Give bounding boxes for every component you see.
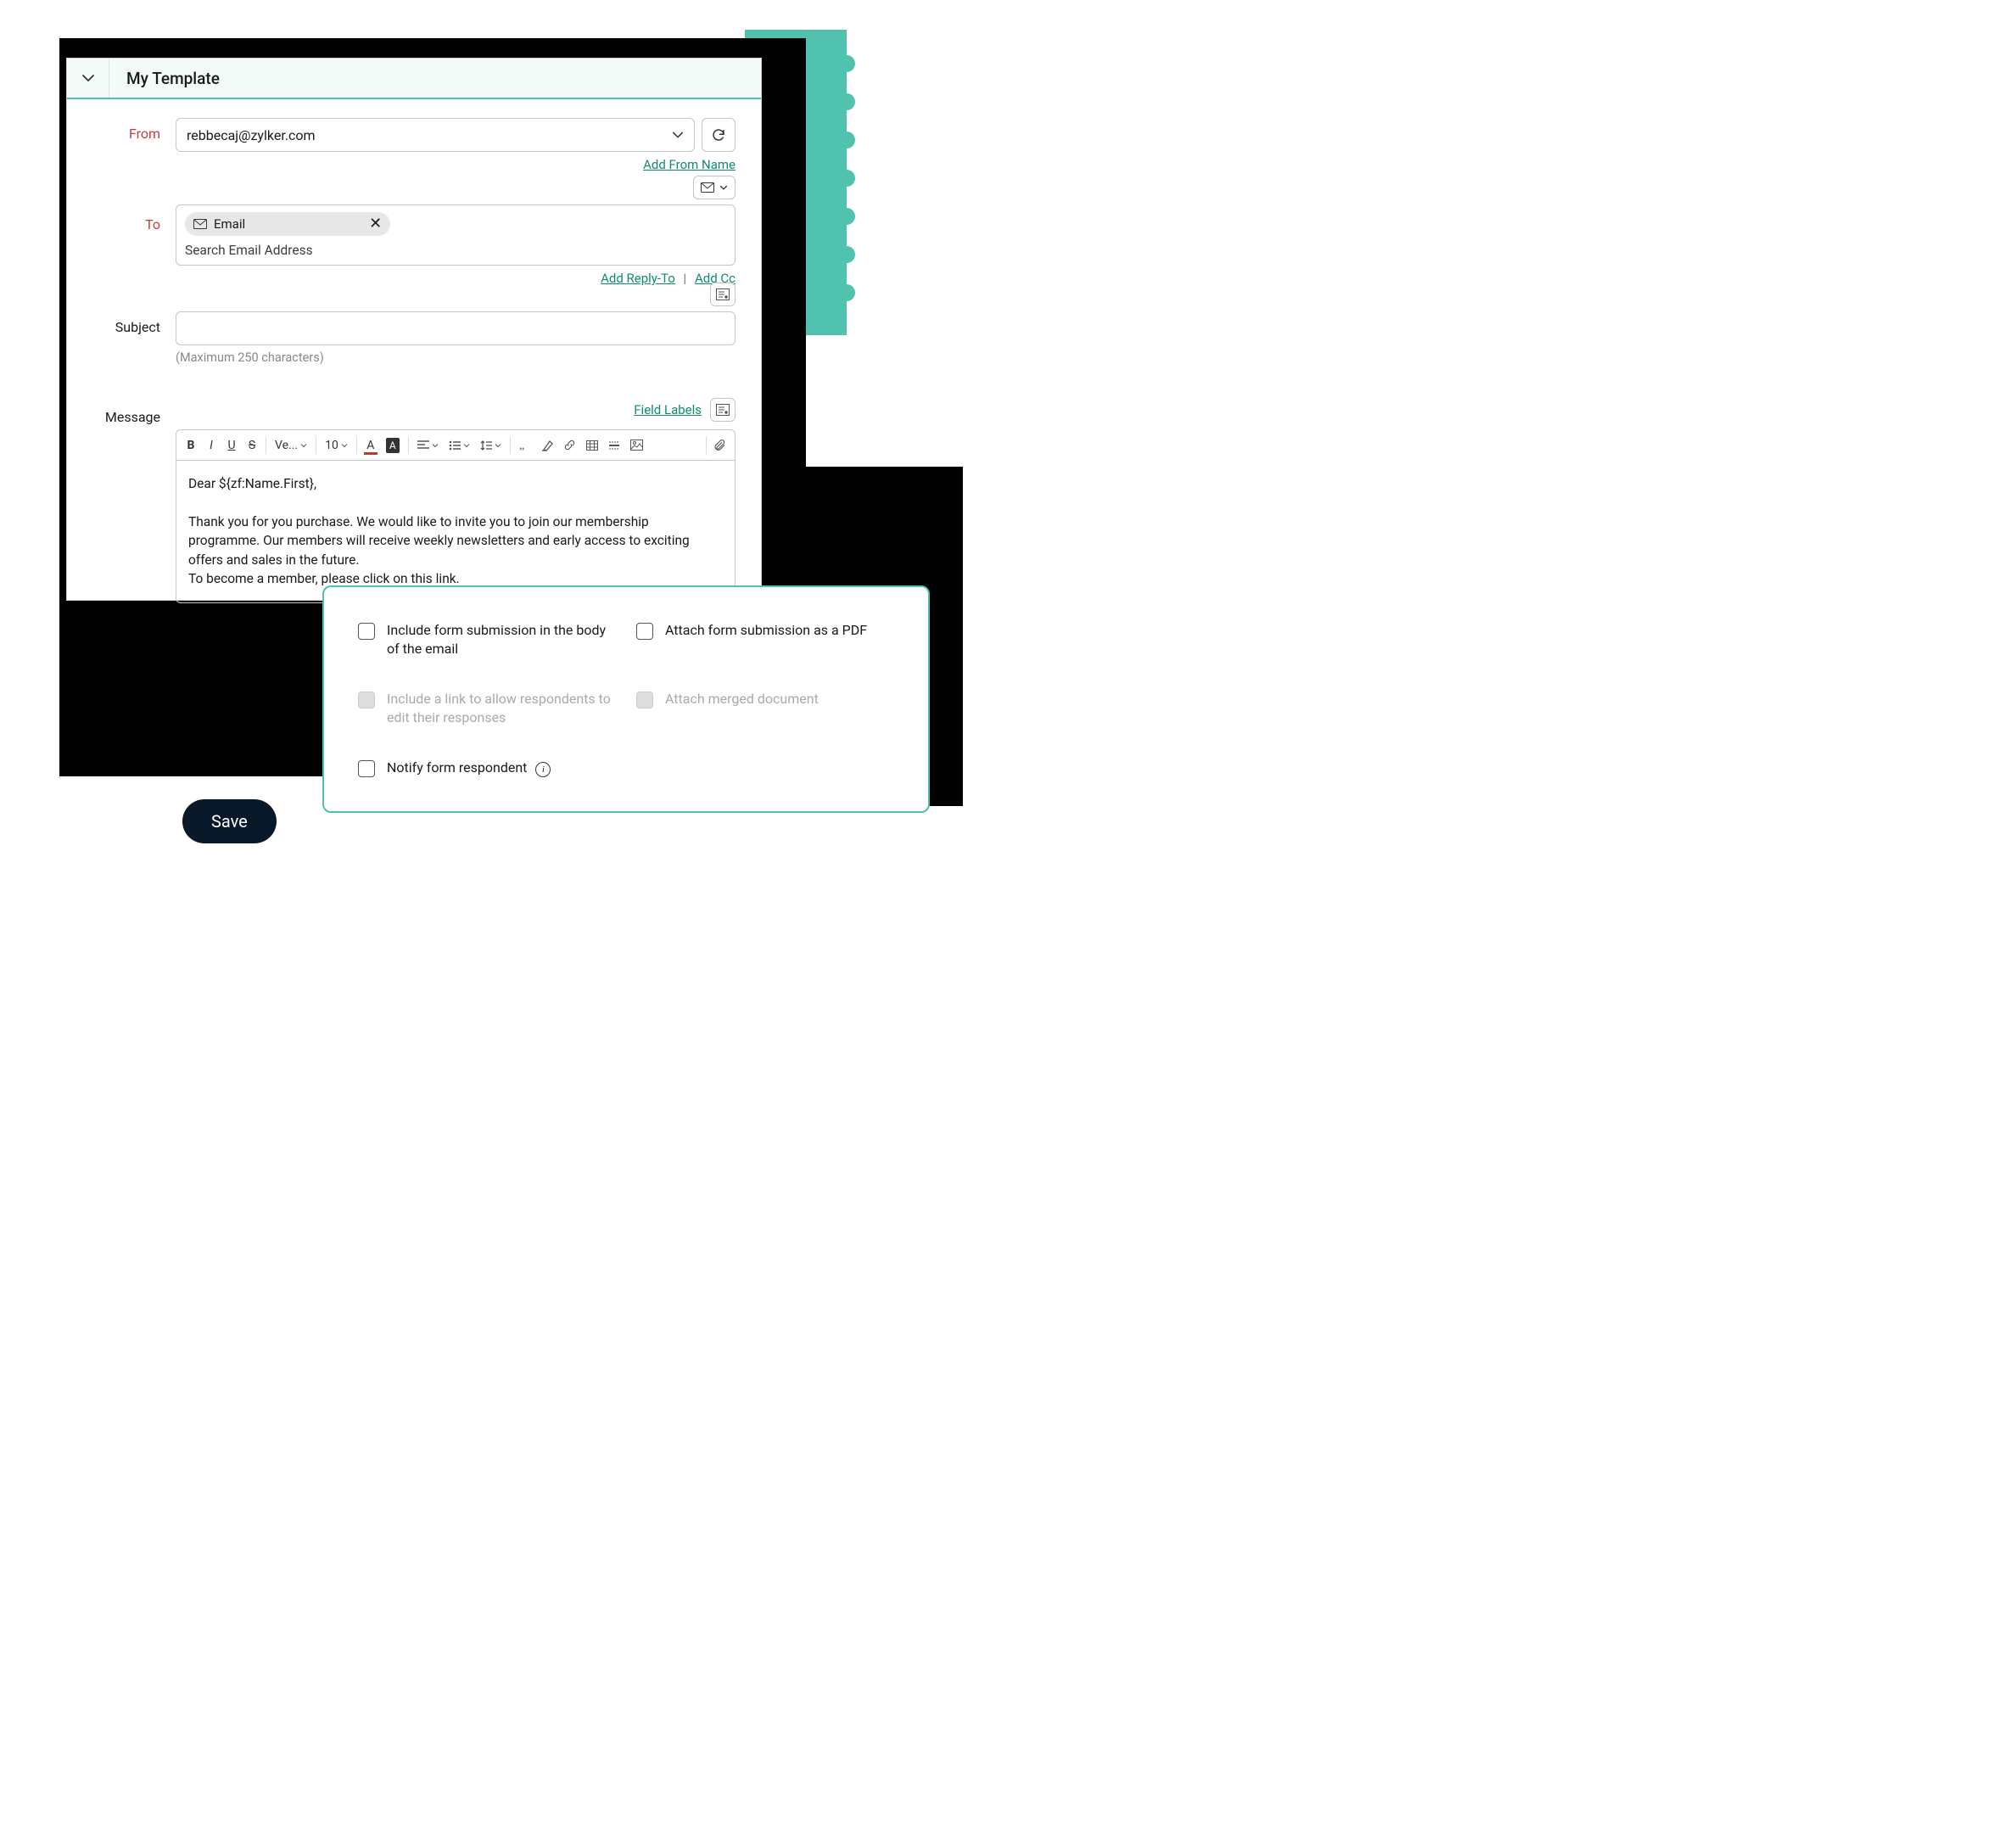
envelope-icon <box>193 219 207 229</box>
font-family-select[interactable]: Ve... <box>271 435 311 456</box>
message-label: Message <box>92 372 176 425</box>
from-label: From <box>92 118 176 142</box>
from-address-value: rebbecaj@zylker.com <box>187 127 316 143</box>
chip-label: Email <box>214 216 245 232</box>
options-panel: Include form submission in the body of t… <box>322 585 930 813</box>
align-icon <box>417 440 429 451</box>
email-template-panel: My Template From rebbecaj@zylker.com <box>66 58 762 601</box>
checkbox-notify-respondent[interactable] <box>358 760 375 777</box>
editor-content[interactable]: Dear ${zf:Name.First}, Thank you for you… <box>176 461 735 602</box>
option-merged-doc: Attach merged document <box>636 690 894 728</box>
subject-label: Subject <box>92 311 176 335</box>
message-line-2: Thank you for you purchase. We would lik… <box>188 512 723 569</box>
insert-field-message-button[interactable] <box>710 398 736 422</box>
add-from-name-link[interactable]: Add From Name <box>643 157 736 172</box>
underline-button[interactable]: U <box>222 435 241 456</box>
clear-format-button[interactable] <box>537 436 557 455</box>
table-button[interactable] <box>582 437 602 454</box>
italic-button[interactable]: I <box>202 435 221 456</box>
to-email-chip: Email ✕ <box>185 212 390 236</box>
chevron-down-icon <box>432 442 439 449</box>
option-attach-pdf: Attach form submission as a PDF <box>636 621 894 659</box>
link-button[interactable] <box>559 435 580 455</box>
hr-icon <box>608 440 620 451</box>
to-row: To Email ✕ Search Email Address <box>92 204 736 301</box>
chevron-down-icon <box>463 442 470 449</box>
checkbox-merged-doc <box>636 692 653 708</box>
field-labels-link[interactable]: Field Labels <box>634 402 702 417</box>
svg-text:„: „ <box>519 440 524 451</box>
strikethrough-button[interactable]: S <box>243 435 261 456</box>
quote-button[interactable]: „ <box>515 437 535 454</box>
image-button[interactable] <box>626 436 647 454</box>
from-row: From rebbecaj@zylker.com Add From Name <box>92 118 736 188</box>
envelope-icon <box>701 182 714 193</box>
save-button[interactable]: Save <box>182 799 277 843</box>
option-edit-link: Include a link to allow respondents to e… <box>358 690 616 728</box>
to-search-placeholder: Search Email Address <box>185 243 726 258</box>
template-title: My Template <box>109 69 220 88</box>
from-address-select[interactable]: rebbecaj@zylker.com <box>176 118 695 152</box>
bold-button[interactable]: B <box>182 435 200 456</box>
subject-input[interactable] <box>176 311 736 345</box>
paperclip-icon <box>713 439 726 452</box>
chevron-down-icon <box>495 442 501 449</box>
font-color-button[interactable]: A <box>361 435 380 456</box>
chevron-down-icon <box>719 183 728 192</box>
hr-button[interactable] <box>604 437 624 454</box>
message-line-1: Dear ${zf:Name.First}, <box>188 474 723 493</box>
chevron-down-icon <box>81 71 95 85</box>
option-include-body: Include form submission in the body of t… <box>358 621 616 659</box>
checkbox-edit-link <box>358 692 375 708</box>
line-height-icon <box>480 440 492 451</box>
checkbox-attach-pdf[interactable] <box>636 623 653 640</box>
insert-field-icon <box>716 404 730 416</box>
insert-field-subject-button[interactable] <box>710 283 736 306</box>
attachment-button[interactable] <box>706 435 730 456</box>
option-notify-respondent: Notify form respondent i <box>358 759 616 778</box>
bg-color-button[interactable]: A <box>382 434 404 456</box>
message-row: Message Field Labels B I U S <box>92 372 736 603</box>
to-label: To <box>92 204 176 232</box>
image-icon <box>630 440 643 451</box>
remove-chip-button[interactable]: ✕ <box>369 216 382 232</box>
add-reply-to-link[interactable]: Add Reply-To <box>601 271 675 286</box>
to-input-box[interactable]: Email ✕ Search Email Address <box>176 204 736 266</box>
editor-toolbar: B I U S Ve... 10 A A <box>176 430 735 461</box>
refresh-icon <box>711 127 726 143</box>
list-icon <box>449 440 461 451</box>
align-button[interactable] <box>413 437 443 454</box>
insert-field-icon <box>716 288 730 300</box>
link-icon <box>563 439 576 451</box>
list-button[interactable] <box>445 437 474 454</box>
refresh-button[interactable] <box>702 118 736 152</box>
envelope-dropdown-button[interactable] <box>693 176 736 199</box>
panel-header: My Template <box>67 59 761 99</box>
clear-format-icon <box>541 440 553 451</box>
checkbox-include-body[interactable] <box>358 623 375 640</box>
message-editor: B I U S Ve... 10 A A <box>176 429 736 603</box>
info-icon[interactable]: i <box>535 762 551 777</box>
table-icon <box>586 440 598 451</box>
chevron-down-icon <box>341 442 348 449</box>
quote-icon: „ <box>519 440 531 451</box>
font-size-select[interactable]: 10 <box>321 435 352 456</box>
chevron-down-icon <box>672 129 684 141</box>
subject-helper: (Maximum 250 characters) <box>176 350 736 365</box>
subject-row: Subject (Maximum 250 characters) <box>92 311 736 365</box>
line-height-button[interactable] <box>476 436 506 455</box>
collapse-button[interactable] <box>67 59 109 98</box>
chevron-down-icon <box>300 442 307 449</box>
